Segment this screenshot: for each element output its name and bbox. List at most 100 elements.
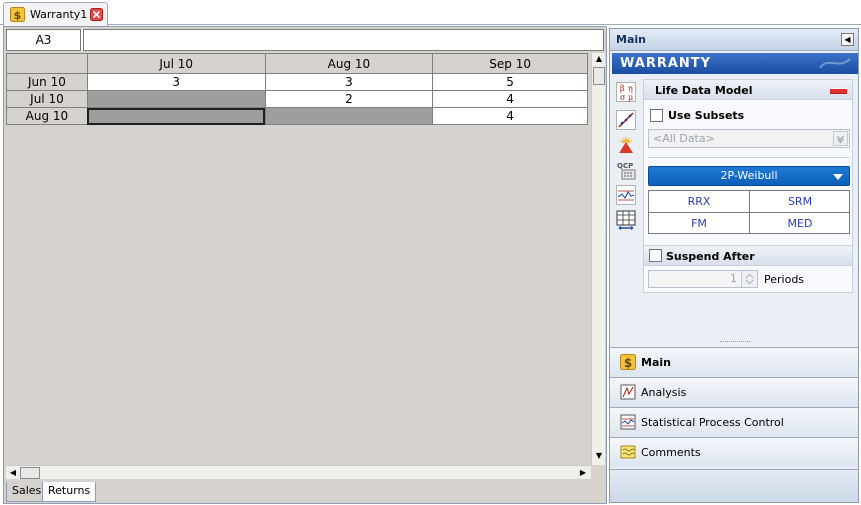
nav-main[interactable]: $ Main	[610, 347, 858, 377]
suspend-after-group: Suspend After 1 Periods	[643, 245, 853, 293]
divider	[648, 157, 850, 158]
distribution-value: 2P-Weibull	[720, 169, 778, 182]
data-table-icon[interactable]	[616, 210, 636, 230]
periods-value: 1	[730, 272, 737, 285]
scroll-right-icon[interactable]: ▶	[578, 467, 588, 479]
nav-analysis[interactable]: Analysis	[610, 377, 858, 407]
method-srm[interactable]: SRM	[750, 191, 850, 212]
table-row: Jul 10 2 4	[6, 90, 588, 108]
panel-header: Main ◀	[610, 29, 858, 51]
analysis-method-grid: RRX SRM FM MED	[648, 190, 850, 234]
suspend-after-checkbox[interactable]	[649, 249, 662, 262]
data-cell[interactable]: 3	[86, 73, 266, 91]
nav-label: Analysis	[641, 386, 687, 399]
dollar-icon: $	[10, 7, 25, 22]
control-chart-icon	[620, 414, 636, 430]
nav-comments[interactable]: Comments	[610, 437, 858, 467]
svg-text:$: $	[624, 356, 632, 370]
use-subsets-label: Use Subsets	[668, 109, 745, 122]
panel-title: Main	[616, 33, 646, 46]
worksheet-area: A3 Jul 10 Aug 10 Sep 10 Jun 10 3 3 5 Jul…	[3, 26, 607, 504]
formula-bar-row: A3	[6, 29, 604, 51]
svg-text:σ: σ	[620, 93, 626, 102]
comments-icon	[620, 445, 636, 459]
column-header[interactable]: Aug 10	[264, 53, 434, 74]
data-cell-disabled[interactable]	[264, 107, 434, 125]
collapse-group-icon[interactable]	[830, 88, 847, 94]
nav-footer	[610, 469, 858, 502]
column-header[interactable]: Sep 10	[432, 53, 588, 74]
data-sheet: Jul 10 Aug 10 Sep 10 Jun 10 3 3 5 Jul 10…	[6, 53, 588, 125]
svg-text:μ: μ	[628, 93, 633, 102]
spinner-arrows-icon	[741, 271, 757, 287]
column-header[interactable]: Jul 10	[86, 53, 266, 74]
row-header[interactable]: Aug 10	[6, 107, 88, 125]
banner-swirl-icon	[819, 58, 851, 69]
analysis-icon	[620, 384, 636, 400]
life-data-model-header[interactable]: Life Data Model	[644, 80, 852, 100]
nav-label: Comments	[641, 446, 701, 459]
vertical-scroll-thumb[interactable]	[593, 67, 605, 85]
close-icon[interactable]	[90, 8, 103, 21]
suspend-after-header: Suspend After	[644, 246, 852, 266]
chevron-down-icon	[833, 131, 848, 146]
table-row: Jun 10 3 3 5	[6, 73, 588, 91]
horizontal-scrollbar[interactable]: ◀ ▶	[6, 465, 591, 479]
nav-label: Main	[641, 356, 671, 369]
row-header[interactable]: Jul 10	[6, 90, 88, 108]
use-subsets-checkbox[interactable]	[650, 109, 663, 122]
data-cell[interactable]: 2	[264, 90, 434, 108]
document-tab-warranty1[interactable]: $ Warranty1	[3, 2, 108, 26]
warranty-banner: WARRANTY	[612, 53, 858, 74]
warning-burst-icon[interactable]	[616, 135, 636, 155]
nav-statistical-process-control[interactable]: Statistical Process Control	[610, 407, 858, 437]
subset-dropdown: <All Data>	[648, 129, 850, 148]
collapse-panel-icon[interactable]: ◀	[841, 33, 854, 46]
subset-dropdown-value: <All Data>	[653, 132, 715, 145]
horizontal-scroll-thumb[interactable]	[20, 467, 40, 479]
data-cell[interactable]: 4	[432, 90, 588, 108]
formula-input[interactable]	[83, 29, 604, 51]
data-cell[interactable]: 3	[264, 73, 434, 91]
svg-text:η: η	[628, 84, 633, 93]
data-cell[interactable]: 5	[432, 73, 588, 91]
document-tab-title: Warranty1	[30, 8, 88, 21]
splitter-grip[interactable]	[720, 341, 750, 344]
dollar-icon: $	[620, 354, 636, 370]
spreadsheet-grid: Jul 10 Aug 10 Sep 10 Jun 10 3 3 5 Jul 10…	[6, 53, 588, 465]
row-header[interactable]: Jun 10	[6, 73, 88, 91]
control-panel: Main ◀ WARRANTY β η σ μ QCP Life Data Mo…	[609, 28, 859, 503]
table-row: Aug 10 4	[6, 107, 588, 125]
suspend-after-label: Suspend After	[666, 250, 755, 263]
periods-label: Periods	[764, 273, 805, 286]
data-cell-disabled[interactable]	[86, 90, 266, 108]
data-cell[interactable]: 4	[432, 107, 588, 125]
sheet-tab-bar: Sales Returns	[4, 482, 606, 503]
scroll-up-icon[interactable]: ▲	[594, 54, 604, 64]
method-med[interactable]: MED	[750, 213, 850, 234]
method-fm[interactable]: FM	[649, 213, 749, 234]
name-box[interactable]: A3	[6, 29, 81, 51]
method-rrx[interactable]: RRX	[649, 191, 749, 212]
data-cell-selected[interactable]	[86, 107, 266, 125]
dropdown-arrow-icon	[833, 174, 843, 180]
nav-label: Statistical Process Control	[641, 416, 784, 429]
scroll-down-icon[interactable]: ▼	[594, 451, 604, 461]
svg-text:QCP: QCP	[617, 162, 633, 170]
probability-plot-icon[interactable]	[616, 110, 636, 130]
distribution-params-icon[interactable]: β η σ μ	[616, 82, 636, 102]
qcp-calculator-icon[interactable]: QCP	[616, 160, 636, 180]
banner-title: WARRANTY	[620, 56, 712, 71]
periods-spinner: 1	[648, 270, 758, 288]
distribution-dropdown-button[interactable]: 2P-Weibull	[648, 166, 850, 186]
control-chart-icon[interactable]	[616, 185, 636, 205]
svg-text:β: β	[620, 84, 625, 93]
vertical-scrollbar[interactable]: ▲ ▼	[591, 53, 605, 465]
document-tab-strip: $ Warranty1	[0, 0, 861, 26]
tool-icon-column: β η σ μ QCP	[614, 82, 638, 252]
select-all-corner[interactable]	[6, 53, 88, 74]
svg-text:$: $	[14, 9, 22, 22]
scroll-left-icon[interactable]: ◀	[8, 467, 18, 479]
sheet-tab-returns[interactable]: Returns	[42, 482, 97, 502]
life-data-model-title: Life Data Model	[655, 84, 753, 97]
